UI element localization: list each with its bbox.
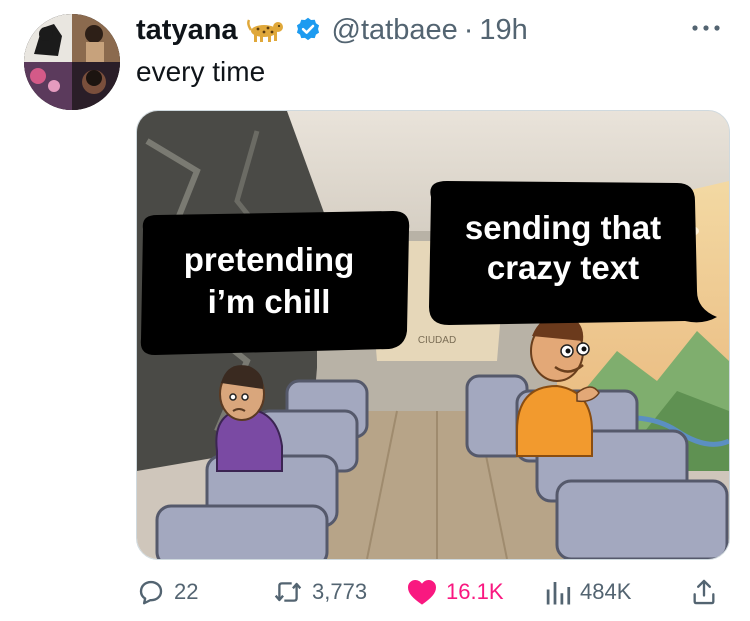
tweet-media-image[interactable]: CIUDAD pretending i’m chill sending that…: [136, 110, 730, 560]
like-count: 16.1K: [446, 579, 504, 604]
share-button[interactable]: [690, 572, 726, 612]
reply-icon: [136, 577, 166, 607]
svg-text:CIUDAD: CIUDAD: [418, 335, 456, 346]
verified-badge-icon[interactable]: [294, 16, 322, 44]
meme-caption-right-line1: sending that: [465, 209, 661, 246]
timestamp[interactable]: 19h: [479, 14, 527, 47]
separator-dot: ·: [463, 13, 474, 46]
tweet-header: tatyana @tatbaee · 19h: [136, 10, 528, 50]
meme-caption-right-line2: crazy text: [487, 249, 639, 286]
like-icon: [406, 577, 438, 607]
repost-count: 3,773: [312, 579, 368, 604]
tweet-action-bar: 22 3,773 16.1K 484K: [136, 572, 728, 612]
tweet-text: every time: [136, 56, 266, 87]
reply-count: 22: [174, 579, 199, 604]
share-icon: [690, 577, 718, 607]
repost-icon: [272, 577, 304, 607]
display-name[interactable]: tatyana: [136, 14, 238, 47]
views-button[interactable]: 484K: [544, 572, 631, 612]
tweet-card[interactable]: tatyana @tatbaee · 19h every time CIUDAD…: [0, 0, 750, 621]
repost-button[interactable]: 3,773: [272, 572, 367, 612]
views-icon: [544, 577, 572, 607]
avatar[interactable]: [24, 14, 120, 110]
reply-button[interactable]: 22: [136, 572, 198, 612]
user-handle[interactable]: @tatbaee: [332, 14, 458, 47]
like-button[interactable]: 16.1K: [406, 572, 504, 612]
views-count: 484K: [580, 579, 632, 604]
more-icon[interactable]: [686, 16, 726, 40]
meme-caption-left-line1: pretending: [184, 241, 355, 278]
leopard-emoji-icon: [246, 16, 286, 44]
meme-caption-left-line2: i’m chill: [208, 283, 331, 320]
